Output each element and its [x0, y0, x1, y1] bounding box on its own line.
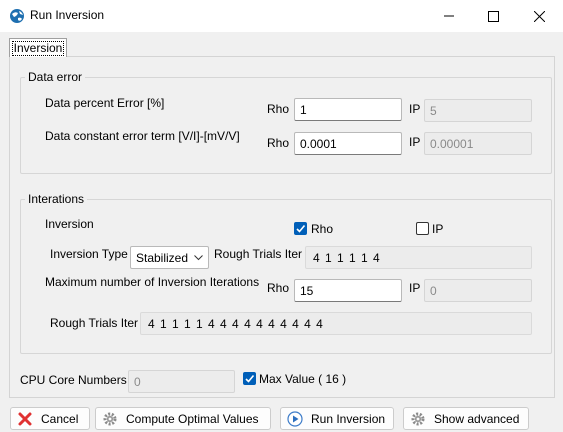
- percent-rho-input[interactable]: 1: [294, 98, 402, 121]
- max-rho-label: Rho: [267, 281, 290, 295]
- maximize-button[interactable]: [470, 0, 516, 32]
- data-error-title: Data error: [25, 70, 86, 84]
- iterations-title: Interations: [25, 192, 88, 206]
- constant-ip-input[interactable]: 0.00001: [424, 132, 532, 155]
- close-icon: [533, 10, 545, 22]
- inversion-label: Inversion: [45, 217, 94, 231]
- app-globe-icon: [10, 9, 24, 23]
- window-title: Run Inversion: [30, 8, 105, 22]
- gear-icon: [103, 412, 117, 425]
- chevron-down-icon: [194, 255, 203, 261]
- play-icon: [287, 410, 303, 427]
- cancel-button[interactable]: Cancel: [10, 407, 90, 430]
- rho-checkbox-label[interactable]: Rho: [311, 222, 333, 236]
- inversion-type-select[interactable]: Stabilized: [130, 246, 209, 269]
- percent-rho-label: Rho: [267, 102, 290, 116]
- constant-error-label: Data constant error term [V/I]-[mV/V]: [45, 129, 240, 143]
- data-error-group: [20, 77, 552, 174]
- constant-ip-label: IP: [409, 135, 421, 149]
- rough-trials-label: Rough Trials Iter: [214, 247, 303, 261]
- check-icon: [296, 224, 306, 233]
- constant-rho-input[interactable]: 0.0001: [294, 132, 402, 155]
- compute-optimal-button[interactable]: Compute Optimal Values: [95, 407, 271, 430]
- inversion-type-label: Inversion Type: [50, 247, 128, 261]
- rho-checkbox[interactable]: [294, 222, 307, 235]
- ip-checkbox-label[interactable]: IP: [432, 222, 443, 236]
- minimize-button[interactable]: [426, 0, 472, 32]
- percent-ip-input[interactable]: 5: [424, 99, 532, 122]
- ip-checkbox[interactable]: [416, 222, 429, 235]
- tab-inversion[interactable]: Inversion: [9, 38, 67, 57]
- show-advanced-button[interactable]: Show advanced: [403, 407, 529, 430]
- rough-trials-label-2: Rough Trials Iter: [50, 316, 139, 330]
- percent-error-label: Data percent Error [%]: [45, 96, 165, 110]
- minimize-icon: [444, 15, 454, 17]
- maximize-icon: [487, 10, 499, 22]
- settings-gear-icon: [411, 412, 425, 425]
- max-ip-label: IP: [409, 281, 421, 295]
- cancel-x-icon: [18, 412, 32, 425]
- inversion-type-value: Stabilized: [136, 251, 189, 265]
- check-icon: [245, 374, 255, 383]
- close-button[interactable]: [516, 0, 562, 32]
- percent-ip-label: IP: [409, 102, 421, 116]
- max-rho-input[interactable]: 15: [294, 279, 402, 302]
- rough-trials-field-2[interactable]: 4 1 1 1 1 4 4 4 4 4 4 4 4 4 4: [140, 312, 532, 335]
- max-value-checkbox[interactable]: [243, 372, 256, 385]
- run-inversion-button[interactable]: Run Inversion: [280, 407, 394, 430]
- max-iterations-label: Maximum number of Inversion Iterations: [45, 275, 260, 289]
- constant-rho-label: Rho: [267, 136, 290, 150]
- cpu-cores-label: CPU Core Numbers: [20, 373, 127, 387]
- max-ip-input[interactable]: 0: [424, 279, 532, 302]
- rough-trials-field[interactable]: 4 1 1 1 1 4: [305, 246, 532, 269]
- max-value-label[interactable]: Max Value ( 16 ): [259, 372, 346, 386]
- cpu-cores-input[interactable]: 0: [128, 370, 235, 393]
